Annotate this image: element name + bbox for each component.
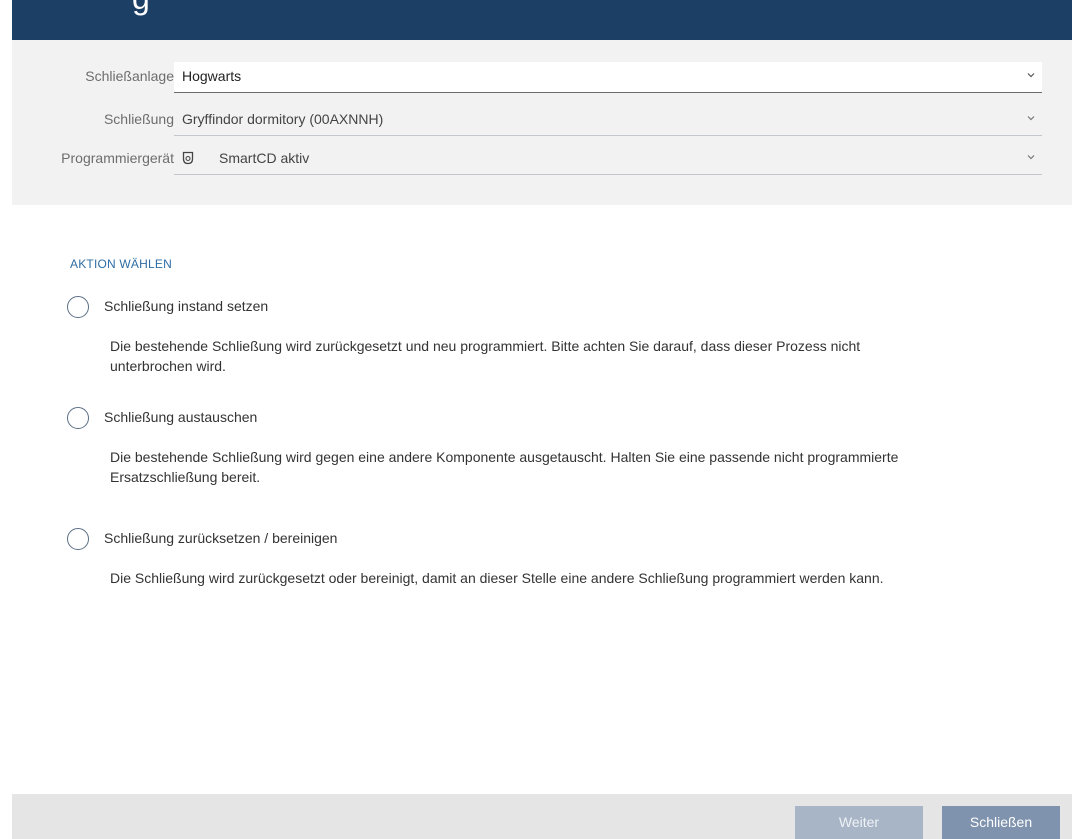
close-button[interactable]: Schließen: [942, 806, 1060, 839]
option-label[interactable]: Schließung zurücksetzen / bereinigen: [104, 530, 337, 546]
locking-system-label: Schließanlage: [85, 68, 174, 84]
locking-system-dropdown[interactable]: Hogwarts: [174, 62, 1042, 93]
dialog-footer: Weiter Schließen: [12, 794, 1072, 839]
action-panel: AKTION WÄHLEN Schließung instand setzen …: [12, 205, 1072, 794]
dialog-titlebar: g: [12, 0, 1072, 40]
smartcd-device-icon: [182, 151, 194, 165]
option-description: Die bestehende Schließung wird gegen ein…: [110, 449, 899, 485]
section-title: AKTION WÄHLEN: [70, 257, 172, 271]
option-description: Die Schließung wird zurückgesetzt oder b…: [110, 570, 884, 586]
dialog-title: g: [132, 0, 150, 17]
chevron-down-icon: [1027, 116, 1035, 121]
radio-button[interactable]: [67, 407, 89, 429]
programmer-value: SmartCD aktiv: [219, 150, 310, 166]
selection-form: Schließanlage Hogwarts Schließung Gryffi…: [12, 40, 1072, 205]
programmer-dropdown[interactable]: SmartCD aktiv: [174, 144, 1042, 175]
lock-label: Schließung: [103, 111, 174, 127]
lock-row: Schließung Gryffindor dormitory (00AXNNH…: [12, 105, 1072, 136]
chevron-down-icon: [1027, 155, 1035, 160]
lock-dropdown[interactable]: Gryffindor dormitory (00AXNNH): [174, 105, 1042, 136]
option-description: Die bestehende Schließung wird zurückges…: [110, 338, 861, 374]
programmer-row: Programmiergerät SmartCD aktiv: [12, 144, 1072, 175]
programmer-label: Programmiergerät: [61, 150, 174, 166]
radio-button[interactable]: [67, 528, 89, 550]
next-button[interactable]: Weiter: [795, 806, 923, 839]
locking-system-row: Schließanlage Hogwarts: [12, 62, 1072, 93]
lock-value: Gryffindor dormitory (00AXNNH): [182, 111, 384, 127]
radio-button[interactable]: [67, 296, 89, 318]
locking-system-value: Hogwarts: [182, 68, 242, 84]
option-label[interactable]: Schließung instand setzen: [104, 298, 268, 314]
chevron-down-icon: [1027, 73, 1035, 78]
option-label[interactable]: Schließung austauschen: [104, 409, 257, 425]
dialog-window: g Schließanlage Hogwarts Schließung Gryf…: [12, 0, 1072, 839]
